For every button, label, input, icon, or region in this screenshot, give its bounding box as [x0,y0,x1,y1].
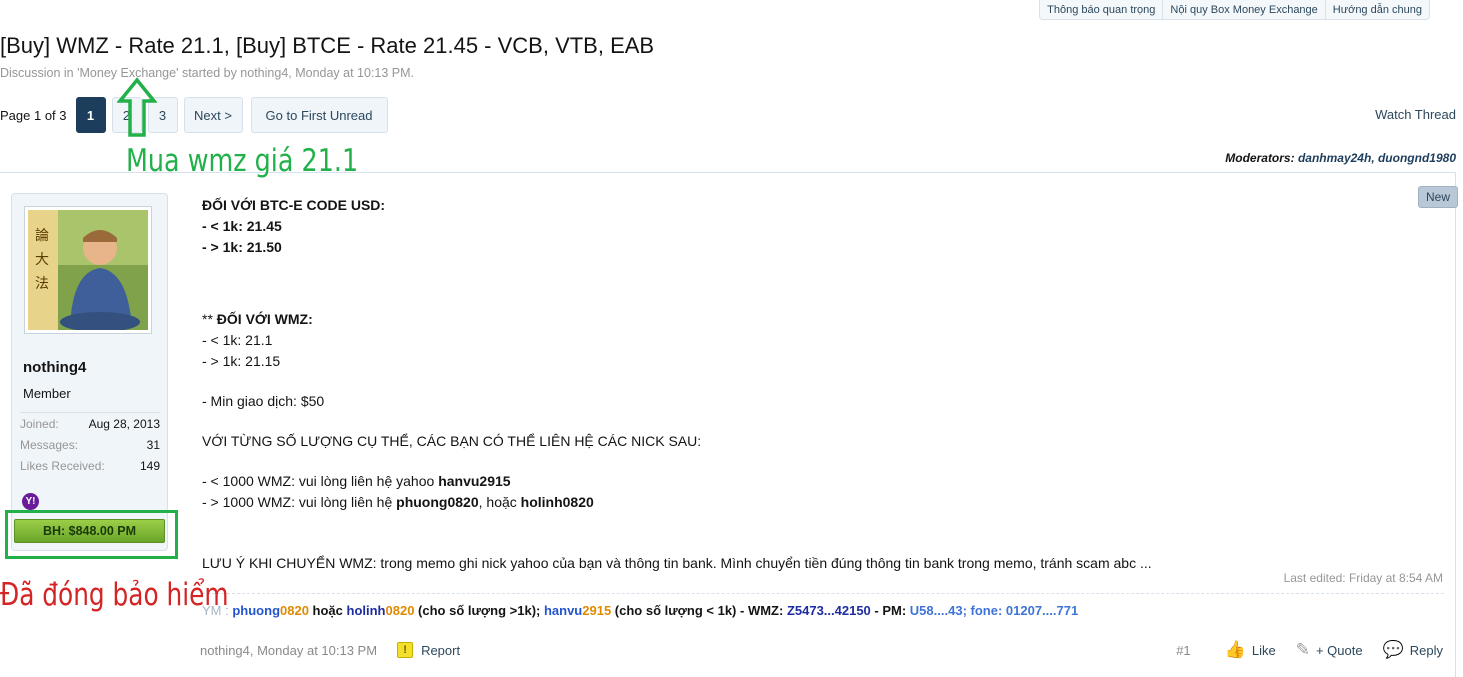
sig-wmz: Z5473...42150 [786,603,871,618]
contact-intro: VỚI TỪNG SỐ LƯỢNG CỤ THỂ, CÁC BẠN CÓ THỂ… [202,433,702,449]
toplink-important[interactable]: Thông báo quan trọng [1040,0,1162,19]
sig-text-3: - PM: [870,603,910,618]
stat-value[interactable]: 31 [147,438,160,452]
report-button[interactable]: ! Report [397,642,460,658]
quote-label: + Quote [1315,642,1363,658]
avatar-image: 論 大 法 [28,210,148,330]
reply-button[interactable]: 💬 Reply [1383,640,1443,660]
contact-line-2: - > 1000 WMZ: vui lòng liên hệ phuong082… [202,492,1442,513]
thread-description: Discussion in 'Money Exchange' started b… [0,66,415,80]
sig-nick-2a: holinh [346,603,386,618]
annotation-green-text: Mua wmz giá 21.1 [126,143,359,179]
post-number[interactable]: #1 [1176,643,1190,658]
sig-text-1: (cho số lượng >1k); [414,603,544,618]
yahoo-icon[interactable]: Y! [22,493,39,510]
post-footer: nothing4, Monday at 10:13 PM ! Report #1… [200,640,1443,660]
btce-rate-2: - > 1k: 21.50 [202,239,282,255]
contact-1-nick: hanvu2915 [438,473,511,489]
signature: YM : phuong0820 hoặc holinh0820 (cho số … [202,593,1444,618]
contact-2-text: - > 1000 WMZ: vui lòng liên hệ [202,494,397,510]
next-page-button[interactable]: Next > [183,97,243,133]
thread-title: [Buy] WMZ - Rate 21.1, [Buy] BTCE - Rate… [0,33,655,58]
avatar-text-3: 法 [35,276,49,292]
transfer-note: LƯU Ý KHI CHUYỂN WMZ: trong memo ghi nic… [202,555,1152,571]
stat-joined: Joined: Aug 28, 2013 [20,413,160,434]
btce-heading: ĐỐI VỚI BTC-E CODE USD: [202,197,386,213]
contact-2-nick-2: holinh0820 [520,494,594,510]
sig-pm: U58....43 [909,603,963,618]
contact-2-nick-1: phuong0820 [396,494,479,510]
stat-label: Likes Received: [20,458,105,473]
post-actions: #1 👍 Like ✎ + Quote 💬 Reply [1176,640,1443,660]
sig-fone: fone: 01207....771 [970,603,1079,618]
quote-button[interactable]: ✎ + Quote [1296,640,1363,660]
sig-text-4: ; [962,603,971,618]
page-label: Page 1 of 3 [0,107,67,123]
thumbs-up-icon: 👍 [1224,640,1246,659]
contact-2-mid: , hoặc [478,494,521,510]
sig-or: hoặc [308,603,347,618]
reply-label: Reply [1409,642,1443,658]
sig-nick-3a: hanvu [543,603,583,618]
top-links: Thông báo quan trọng Nội quy Box Money E… [1039,0,1430,20]
like-label: Like [1251,642,1276,658]
wmz-heading: ĐỐI VỚI WMZ: [216,311,313,327]
annotation-red-text: Đã đóng bảo hiểm [0,577,229,613]
watch-thread-link[interactable]: Watch Thread [1375,107,1456,122]
post-byline[interactable]: nothing4, Monday at 10:13 PM [200,643,377,658]
last-edited: Last edited: Friday at 8:54 AM [1283,571,1443,585]
avatar-text-1: 論 [35,228,49,244]
quote-icon: ✎ [1295,640,1310,659]
reply-icon: 💬 [1382,640,1404,659]
warning-icon: ! [397,642,414,658]
page-1-button[interactable]: 1 [75,97,106,133]
post-message: ĐỐI VỚI BTC-E CODE USD: - < 1k: 21.45 - … [202,195,1442,574]
sig-nick-2b: 0820 [385,603,415,618]
stat-label: Messages: [20,437,79,452]
stat-value: Aug 28, 2013 [88,416,160,431]
annotation-green-box [5,510,178,559]
avatar[interactable]: 論 大 法 [24,206,152,334]
toplink-rules[interactable]: Nội quy Box Money Exchange [1162,0,1324,19]
stat-messages: Messages: 31 [20,434,160,455]
user-title: Member [23,386,71,401]
stat-label: Joined: [20,416,59,431]
btce-rate-1: - < 1k: 21.45 [202,218,282,234]
min-transaction: - Min giao dịch: $50 [202,393,325,409]
report-label: Report [421,642,461,658]
stat-likes: Likes Received: 149 [20,455,160,476]
moderator-names[interactable]: danhmay24h, duongnd1980 [1298,151,1456,165]
redaction-blot-2 [510,330,1008,382]
wmz-stars: ** [202,311,217,327]
go-to-first-unread-button[interactable]: Go to First Unread [250,97,388,133]
moderators: Moderators: danhmay24h, duongnd1980 [1225,151,1456,165]
sig-nick-3b: 2915 [582,603,612,618]
contact-line-1: - < 1000 WMZ: vui lòng liên hệ yahoo han… [202,471,1442,492]
stat-value: 149 [139,458,160,473]
sig-text-2: (cho số lượng < 1k) - WMZ: [611,603,787,618]
avatar-text-2: 大 [35,252,49,268]
contact-1-text: - < 1000 WMZ: vui lòng liên hệ yahoo [202,473,439,489]
toplink-guide[interactable]: Hướng dẫn chung [1324,0,1429,19]
username[interactable]: nothing4 [23,359,86,376]
user-info-panel: 論 大 法 nothing4 Member Joined: Aug 28, 20… [11,193,168,551]
sig-nick-1a: phuong [232,603,281,618]
user-stats: Joined: Aug 28, 2013 Messages: 31 Likes … [20,412,160,476]
moderators-label: Moderators: [1225,151,1295,165]
annotation-up-arrow-icon [117,77,157,137]
sig-nick-1b: 0820 [280,603,309,618]
like-button[interactable]: 👍 Like [1225,640,1276,660]
page-navigation: Page 1 of 3 1 2 3 Next > Go to First Unr… [0,97,394,133]
